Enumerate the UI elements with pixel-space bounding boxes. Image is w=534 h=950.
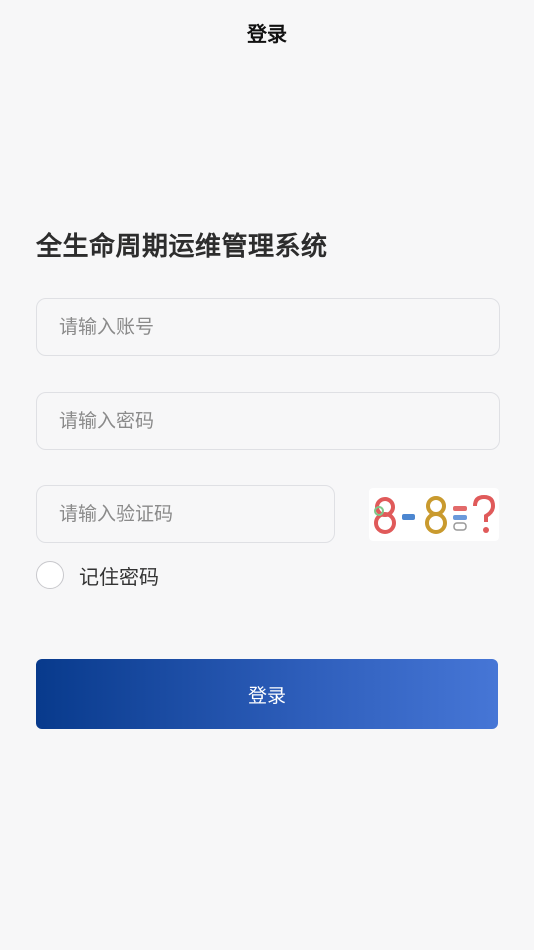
page-title: 登录 [247,22,287,46]
remember-checkbox[interactable] [36,561,64,589]
captcha-digit-8-gold [425,496,447,534]
password-input[interactable] [37,393,499,449]
captcha-input[interactable] [37,486,334,542]
login-button[interactable]: 登录 [36,659,498,729]
captcha-field-box [36,485,335,543]
captcha-minus [402,514,415,520]
account-input[interactable] [37,299,499,355]
password-field-box [36,392,500,450]
app-title: 全生命周期运维管理系统 [36,232,328,262]
account-field-box [36,298,500,356]
captcha-question [473,494,496,533]
captcha-graphic [374,494,496,534]
captcha-image[interactable] [369,488,499,541]
login-page: 登录 全生命周期运维管理系统 请输入账号 请输入验证码 记住密码 登录 [0,0,534,950]
remember-label: 记住密码 [79,564,159,589]
captcha-digit-8-red [374,497,396,534]
captcha-equals [453,506,467,531]
remember-password[interactable]: 记住密码 [36,560,159,590]
